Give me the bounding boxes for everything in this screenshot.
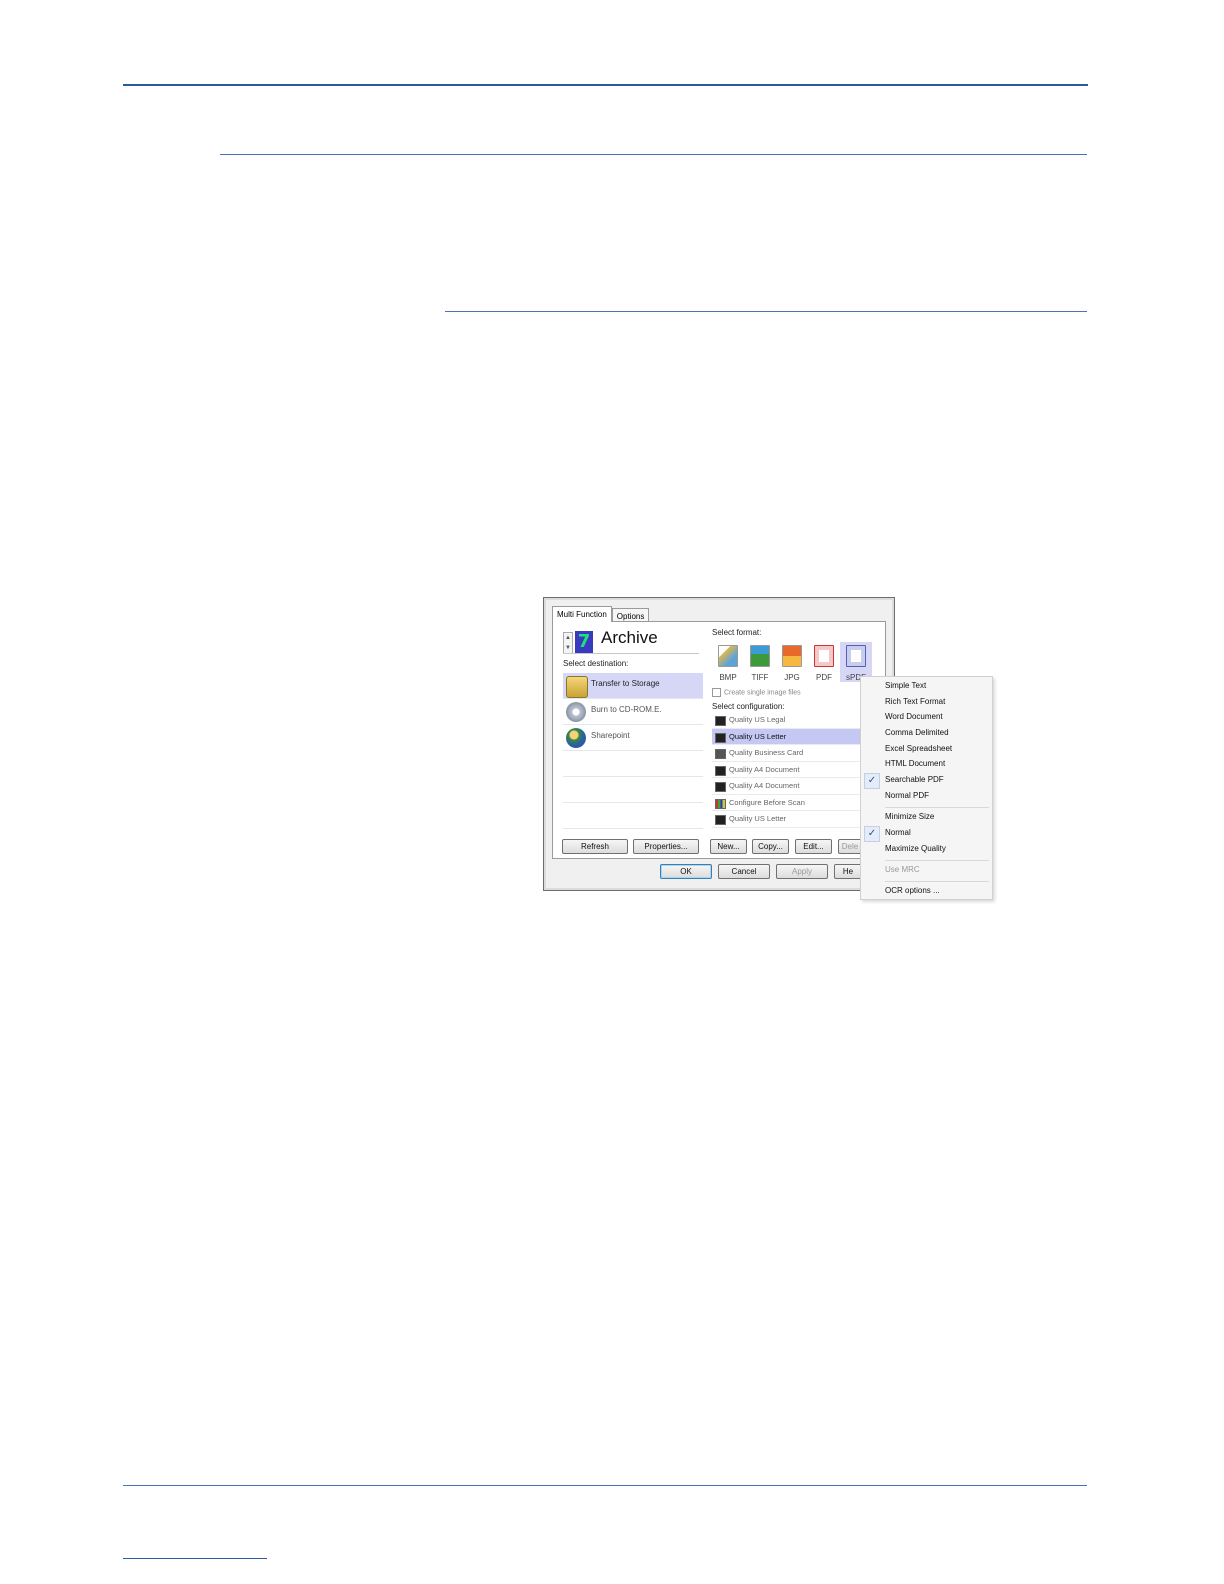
edit-button[interactable]: Edit...: [795, 839, 832, 854]
destination-item[interactable]: Sharepoint: [563, 725, 703, 751]
configuration-label: Quality US Legal: [729, 715, 786, 724]
destination-empty-row: [563, 803, 703, 829]
destination-item[interactable]: Burn to CD-ROM.E.: [563, 699, 703, 725]
configuration-label: Quality US Letter: [729, 814, 787, 823]
spin-up-icon[interactable]: ▲: [564, 633, 572, 643]
format-label: PDF: [816, 673, 832, 682]
configuration-list: Quality US Legal Quality US Letter Quali…: [712, 712, 867, 828]
configuration-item[interactable]: Configure Before Scan: [712, 795, 867, 811]
menu-item-comma-delimited[interactable]: Comma Delimited: [885, 728, 949, 737]
scan-config-icon: [715, 765, 726, 776]
copy-button[interactable]: Copy...: [752, 839, 789, 854]
configuration-item[interactable]: Quality Business Card: [712, 745, 867, 762]
spdf-file-icon: [846, 645, 866, 667]
configuration-label: Configure Before Scan: [729, 797, 805, 807]
menu-item-html-document[interactable]: HTML Document: [885, 759, 945, 768]
configure-before-scan-icon: [715, 798, 726, 809]
configuration-item[interactable]: Quality A4 Document: [712, 762, 867, 778]
configuration-label: Quality US Letter: [729, 731, 787, 741]
jpg-file-icon: [782, 645, 802, 667]
menu-separator: [885, 807, 989, 808]
select-configuration-label: Select configuration:: [712, 702, 785, 711]
apply-button[interactable]: Apply: [776, 864, 828, 879]
format-jpg[interactable]: JPG: [776, 642, 808, 682]
destination-label: Transfer to Storage: [591, 679, 660, 688]
configuration-label: Quality A4 Document: [729, 764, 800, 774]
header-rule: [123, 84, 1088, 86]
spin-down-icon[interactable]: ▼: [564, 643, 572, 653]
storage-folder-icon: [566, 676, 588, 698]
destination-title: Archive: [601, 628, 658, 647]
cancel-button[interactable]: Cancel: [718, 864, 770, 879]
menu-item-simple-text[interactable]: Simple Text: [885, 681, 926, 690]
sharepoint-icon: [566, 728, 586, 748]
properties-button[interactable]: Properties...: [633, 839, 699, 854]
configuration-item[interactable]: Quality A4 Document: [712, 778, 867, 795]
pdf-file-icon: [814, 645, 834, 667]
cd-drive-icon: [566, 702, 586, 722]
menu-separator: [885, 860, 989, 861]
format-label: BMP: [719, 673, 737, 682]
new-button[interactable]: New...: [710, 839, 747, 854]
help-button[interactable]: He: [834, 864, 862, 879]
format-tiff[interactable]: TIFF: [744, 642, 776, 682]
refresh-button[interactable]: Refresh: [562, 839, 628, 854]
menu-item-excel-spreadsheet[interactable]: Excel Spreadsheet: [885, 744, 952, 753]
configuration-label: Quality Business Card: [729, 748, 804, 757]
footer-link-underline: [123, 1558, 267, 1559]
checkbox-label: Create single image files: [724, 689, 801, 697]
destination-empty-row: [563, 751, 703, 777]
menu-item-searchable-pdf[interactable]: Searchable PDF: [885, 775, 944, 784]
scan-config-icon: [715, 732, 726, 743]
select-destination-label: Select destination:: [563, 659, 629, 668]
format-bmp[interactable]: BMP: [712, 642, 744, 682]
ocr-format-context-menu: Simple Text Rich Text Format Word Docume…: [860, 676, 993, 900]
create-single-image-checkbox[interactable]: Create single image files: [712, 688, 801, 697]
section-rule: [220, 154, 1087, 155]
destination-empty-row: [563, 777, 703, 803]
tiff-file-icon: [750, 645, 770, 667]
bmp-file-icon: [718, 645, 738, 667]
tab-multi-function[interactable]: Multi Function: [552, 606, 612, 622]
ok-button[interactable]: OK: [660, 864, 712, 879]
properties-dialog: Multi Function Options ▲ ▼ 7 Archive Sel…: [543, 597, 895, 891]
checkmark-icon: ✓: [864, 826, 880, 842]
configuration-item[interactable]: Quality US Letter: [712, 811, 867, 828]
format-label: TIFF: [751, 673, 769, 682]
select-format-label: Select format:: [712, 628, 762, 637]
menu-item-use-mrc[interactable]: Use MRC: [885, 865, 920, 874]
menu-item-ocr-options[interactable]: OCR options ...: [885, 886, 940, 895]
title-divider: [563, 653, 699, 654]
destination-label: Sharepoint: [591, 731, 630, 740]
menu-item-maximize-quality[interactable]: Maximize Quality: [885, 844, 946, 853]
destination-list: Transfer to Storage Burn to CD-ROM.E. Sh…: [563, 673, 703, 835]
destination-number-badge: 7: [575, 631, 593, 653]
checkbox-box[interactable]: [712, 688, 721, 697]
menu-item-minimize-size[interactable]: Minimize Size: [885, 812, 934, 821]
tab-strip: Multi Function Options: [552, 606, 650, 623]
format-picker: BMP TIFF JPG PDF sPDF: [712, 642, 872, 682]
menu-separator: [885, 881, 989, 882]
configuration-item[interactable]: Quality US Letter: [712, 728, 867, 745]
footer-rule: [123, 1485, 1087, 1486]
configuration-label: Quality A4 Document: [729, 781, 800, 790]
menu-item-word-document[interactable]: Word Document: [885, 712, 943, 721]
destination-item[interactable]: Transfer to Storage: [563, 673, 703, 699]
scan-config-icon: [715, 782, 726, 792]
format-label: JPG: [784, 673, 800, 682]
menu-item-rich-text-format[interactable]: Rich Text Format: [885, 697, 945, 706]
menu-item-normal[interactable]: Normal: [885, 828, 911, 837]
tab-panel: ▲ ▼ 7 Archive Select destination: Transf…: [552, 621, 886, 859]
destination-label: Burn to CD-ROM.E.: [591, 705, 662, 714]
scan-config-icon: [715, 815, 726, 825]
scan-config-icon: [715, 716, 726, 726]
delete-button[interactable]: Dele: [838, 839, 862, 854]
checkmark-icon: ✓: [864, 773, 880, 789]
menu-item-normal-pdf[interactable]: Normal PDF: [885, 791, 929, 800]
subsection-rule: [445, 311, 1087, 312]
configuration-item[interactable]: Quality US Legal: [712, 712, 867, 729]
business-card-icon: [715, 749, 726, 759]
format-pdf[interactable]: PDF: [808, 642, 840, 682]
destination-spinner[interactable]: ▲ ▼: [563, 632, 573, 654]
